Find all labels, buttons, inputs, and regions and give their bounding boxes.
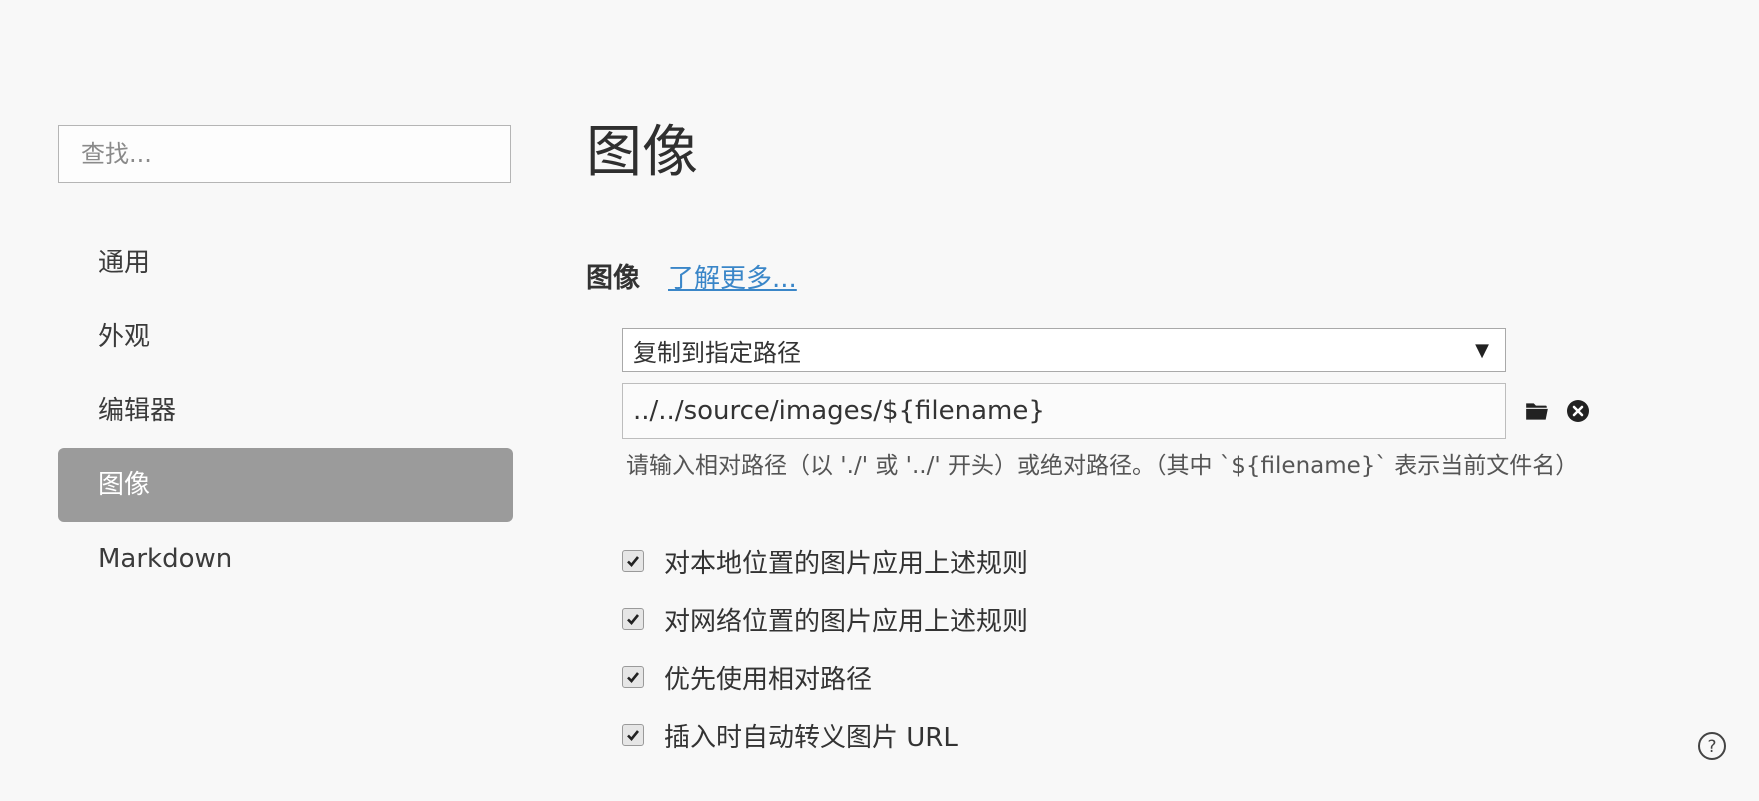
search-input[interactable]	[58, 125, 511, 183]
help-icon[interactable]: ?	[1697, 731, 1727, 761]
folder-icon[interactable]	[1522, 396, 1552, 426]
learn-more-link[interactable]: 了解更多...	[668, 258, 797, 295]
section-title: 图像	[586, 263, 640, 294]
path-row	[622, 383, 1592, 439]
options-list: 对本地位置的图片应用上述规则 对网络位置的图片应用上述规则 优先使用相对路径 插…	[622, 532, 1028, 764]
check-icon	[627, 556, 640, 567]
check-icon	[627, 672, 640, 683]
check-icon	[627, 730, 640, 741]
sidebar-item-image[interactable]: 图像	[58, 448, 513, 522]
check-icon	[627, 614, 640, 625]
option-prefer-relative: 优先使用相对路径	[622, 648, 1028, 706]
option-local-images: 对本地位置的图片应用上述规则	[622, 532, 1028, 590]
sidebar-item-markdown[interactable]: Markdown	[58, 522, 513, 596]
sidebar: 通用 外观 编辑器 图像 Markdown	[58, 125, 513, 574]
checkbox-prefer-relative[interactable]	[622, 666, 644, 688]
main-content: 图像 图像 了解更多... 复制到指定路径 ▼ ../../source/ima…	[586, 110, 1686, 753]
checkbox-local-images[interactable]	[622, 550, 644, 572]
path-hint: 请输入相对路径（以 './' 或 '../' 开头）或绝对路径。（其中 `${f…	[626, 453, 1579, 479]
page-title: 图像	[586, 120, 698, 185]
sidebar-item-general[interactable]: 通用	[58, 226, 513, 300]
checkbox-network-images[interactable]	[622, 608, 644, 630]
option-label: 对本地位置的图片应用上述规则	[664, 548, 1029, 579]
checkbox-escape-url[interactable]	[622, 724, 644, 746]
triangle-down-icon: ▼	[1475, 339, 1489, 361]
image-action-selected-value: 复制到指定路径	[633, 338, 801, 367]
option-label: 优先使用相对路径	[664, 664, 873, 695]
option-network-images: 对网络位置的图片应用上述规则	[622, 590, 1028, 648]
preferences-window: 通用 外观 编辑器 图像 Markdown 图像 图像 了解更多... 复制到指…	[0, 0, 1759, 801]
svg-text:?: ?	[1707, 737, 1716, 757]
option-label: 插入时自动转义图片 URL	[664, 722, 958, 753]
close-circle-icon[interactable]	[1564, 397, 1592, 425]
option-escape-url: 插入时自动转义图片 URL	[622, 706, 1028, 764]
sidebar-nav: 通用 外观 编辑器 图像 Markdown	[58, 226, 513, 596]
image-action-select[interactable]: 复制到指定路径 ▼	[622, 328, 1506, 372]
section-header: 图像 了解更多...	[586, 256, 797, 295]
image-path-input[interactable]	[622, 383, 1506, 439]
option-label: 对网络位置的图片应用上述规则	[664, 606, 1029, 637]
sidebar-item-editor[interactable]: 编辑器	[58, 374, 513, 448]
sidebar-item-appearance[interactable]: 外观	[58, 300, 513, 374]
